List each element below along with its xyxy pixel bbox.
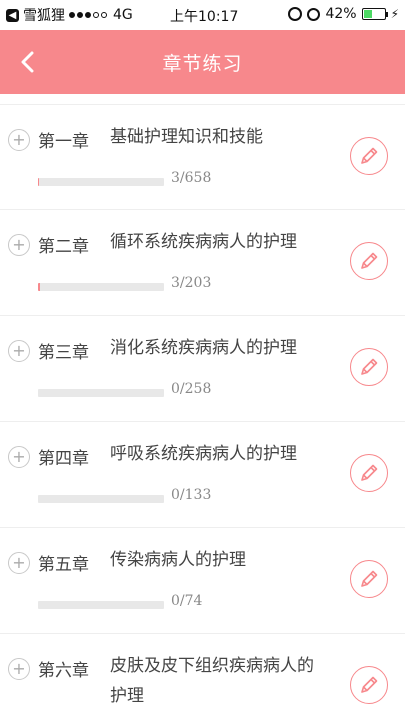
expand-plus-icon[interactable]: + — [8, 129, 30, 151]
progress-count: 3/203 — [171, 275, 212, 291]
chapter-item[interactable]: + 第四章 呼吸系统疾病病人的护理 0/133 — [0, 422, 405, 528]
chapter-number: 第二章 — [38, 237, 89, 257]
carrier-name: 雪狐狸 — [23, 8, 65, 24]
progress-count: 0/74 — [171, 593, 203, 609]
chevron-left-icon — [21, 51, 34, 73]
practice-button[interactable] — [350, 348, 388, 386]
practice-button[interactable] — [350, 242, 388, 280]
progress-bar — [38, 495, 164, 503]
rotation-lock-icon — [288, 7, 303, 21]
signal-icon — [69, 12, 107, 18]
battery-icon — [361, 8, 388, 20]
status-time: 上午10:17 — [170, 9, 239, 25]
chapter-item[interactable]: + 第三章 消化系统疾病病人的护理 0/258 — [0, 316, 405, 422]
expand-plus-icon[interactable]: + — [8, 234, 30, 256]
charging-icon: ⚡ — [390, 7, 399, 21]
expand-plus-icon[interactable]: + — [8, 658, 30, 680]
chapter-number: 第四章 — [38, 449, 89, 469]
page-title: 章节练习 — [162, 52, 243, 75]
chapter-number: 第五章 — [38, 555, 89, 575]
pencil-icon — [361, 358, 378, 375]
back-to-app-icon[interactable]: ◀ — [6, 8, 19, 22]
practice-button[interactable] — [350, 137, 388, 175]
expand-plus-icon[interactable]: + — [8, 446, 30, 468]
chapter-item[interactable]: + 第二章 循环系统疾病病人的护理 3/203 — [0, 210, 405, 316]
pencil-icon — [361, 570, 378, 587]
battery-percent: 42% — [325, 6, 357, 22]
chapter-title: 循环系统疾病病人的护理 — [110, 232, 297, 252]
expand-plus-icon[interactable]: + — [8, 552, 30, 574]
progress-count: 0/133 — [171, 487, 212, 503]
chapter-title: 基础护理知识和技能 — [110, 127, 263, 147]
pencil-icon — [361, 147, 378, 164]
chapter-item[interactable]: + 第一章 基础护理知识和技能 3/658 — [0, 104, 405, 210]
chapter-item[interactable]: + 第五章 传染病病人的护理 0/74 — [0, 528, 405, 634]
status-bar: ◀ 雪狐狸 4G 上午10:17 42% ⚡ — [0, 0, 405, 30]
network-type: 4G — [113, 7, 133, 23]
chapter-item[interactable]: + 第六章 皮肤及皮下组织疾病病人的护理 — [0, 634, 405, 720]
back-button[interactable] — [14, 48, 42, 76]
progress-count: 3/658 — [171, 170, 212, 186]
pencil-icon — [361, 252, 378, 269]
practice-button[interactable] — [350, 666, 388, 704]
chapter-number: 第一章 — [38, 132, 89, 152]
chapter-list: + 第一章 基础护理知识和技能 3/658 + 第二章 循环系统疾病病人的护理 3/203 + 第… — [0, 104, 405, 720]
practice-button[interactable] — [350, 454, 388, 492]
progress-count: 0/258 — [171, 381, 212, 397]
progress-bar — [38, 601, 164, 609]
navigation-bar: 章节练习 — [0, 30, 405, 94]
progress-fill — [38, 283, 40, 291]
chapter-title: 呼吸系统疾病病人的护理 — [110, 444, 297, 464]
chapter-number: 第六章 — [38, 661, 89, 681]
progress-bar — [38, 178, 164, 186]
progress-fill — [38, 178, 39, 186]
chapter-title: 皮肤及皮下组织疾病病人的护理 — [110, 656, 314, 706]
expand-plus-icon[interactable]: + — [8, 340, 30, 362]
pencil-icon — [361, 676, 378, 693]
chapter-title: 消化系统疾病病人的护理 — [110, 338, 297, 358]
progress-bar — [38, 283, 164, 291]
chapter-title: 传染病病人的护理 — [110, 550, 246, 570]
alarm-icon — [307, 7, 321, 21]
practice-button[interactable] — [350, 560, 388, 598]
chapter-number: 第三章 — [38, 343, 89, 363]
pencil-icon — [361, 464, 378, 481]
progress-bar — [38, 389, 164, 397]
battery-fill — [363, 10, 372, 18]
